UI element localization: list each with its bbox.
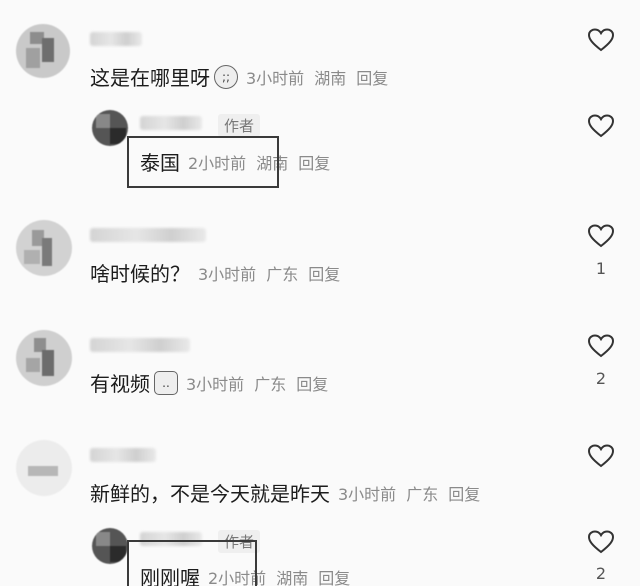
like-count: 2: [595, 564, 607, 583]
comment-item: 这是在哪里呀 ;; 3小时前 湖南 回复: [0, 0, 640, 100]
reply-button[interactable]: 回复: [356, 65, 388, 89]
reply-button[interactable]: 回复: [298, 150, 330, 174]
username[interactable]: [90, 338, 190, 352]
heart-icon[interactable]: [588, 224, 614, 248]
thinking-face-icon: ..: [154, 370, 178, 395]
comment-time: 3小时前: [246, 68, 305, 88]
comment-region: 广东: [406, 484, 439, 504]
comment-time: 3小时前: [198, 264, 257, 284]
heart-icon[interactable]: [588, 334, 614, 358]
comment-item: 新鲜的，不是今天就是昨天 3小时前 广东 回复: [0, 430, 640, 530]
avatar[interactable]: [16, 220, 72, 276]
comment-item: 啥时候的？ 3小时前 广东 回复 1: [0, 210, 640, 310]
comment-text: 这是在哪里呀: [90, 66, 210, 90]
heart-icon[interactable]: [588, 28, 614, 52]
avatar[interactable]: [92, 528, 128, 564]
username[interactable]: [90, 228, 206, 242]
heart-icon[interactable]: [588, 530, 614, 554]
username[interactable]: [90, 32, 142, 46]
highlight-box: [127, 540, 257, 586]
reply-item: 作者 泰国 2小时前 湖南 回复: [0, 100, 640, 200]
heart-icon[interactable]: [588, 444, 614, 468]
avatar[interactable]: [16, 440, 72, 496]
reply-button[interactable]: 回复: [296, 371, 328, 395]
comment-text: 啥时候的？: [90, 262, 190, 286]
heart-icon[interactable]: [588, 114, 614, 138]
highlight-box: [127, 136, 279, 188]
comment-time: 3小时前: [338, 484, 397, 504]
comment-region: 湖南: [314, 68, 347, 88]
username[interactable]: [140, 116, 202, 130]
avatar[interactable]: [92, 110, 128, 146]
avatar[interactable]: [16, 330, 72, 386]
author-badge: 作者: [218, 114, 261, 137]
comment-time: 3小时前: [186, 374, 245, 394]
reply-item: 作者 刚刚喔 2小时前 湖南 回复 2: [0, 526, 640, 586]
like-count: 1: [595, 259, 607, 278]
username[interactable]: [90, 448, 156, 462]
comment-text: 新鲜的，不是今天就是昨天: [90, 482, 330, 506]
comment-region: 广东: [254, 374, 287, 394]
like-count: 2: [595, 369, 607, 388]
comment-region: 广东: [266, 264, 299, 284]
avatar[interactable]: [16, 24, 70, 78]
comment-text: 有视频: [90, 372, 150, 396]
reply-button[interactable]: 回复: [448, 481, 480, 505]
reply-button[interactable]: 回复: [308, 261, 340, 285]
comment-item: 有视频 .. 3小时前 广东 回复 2: [0, 320, 640, 420]
comment-region: 湖南: [276, 568, 309, 586]
crying-face-icon: ;;: [214, 64, 238, 89]
reply-button[interactable]: 回复: [318, 565, 350, 586]
